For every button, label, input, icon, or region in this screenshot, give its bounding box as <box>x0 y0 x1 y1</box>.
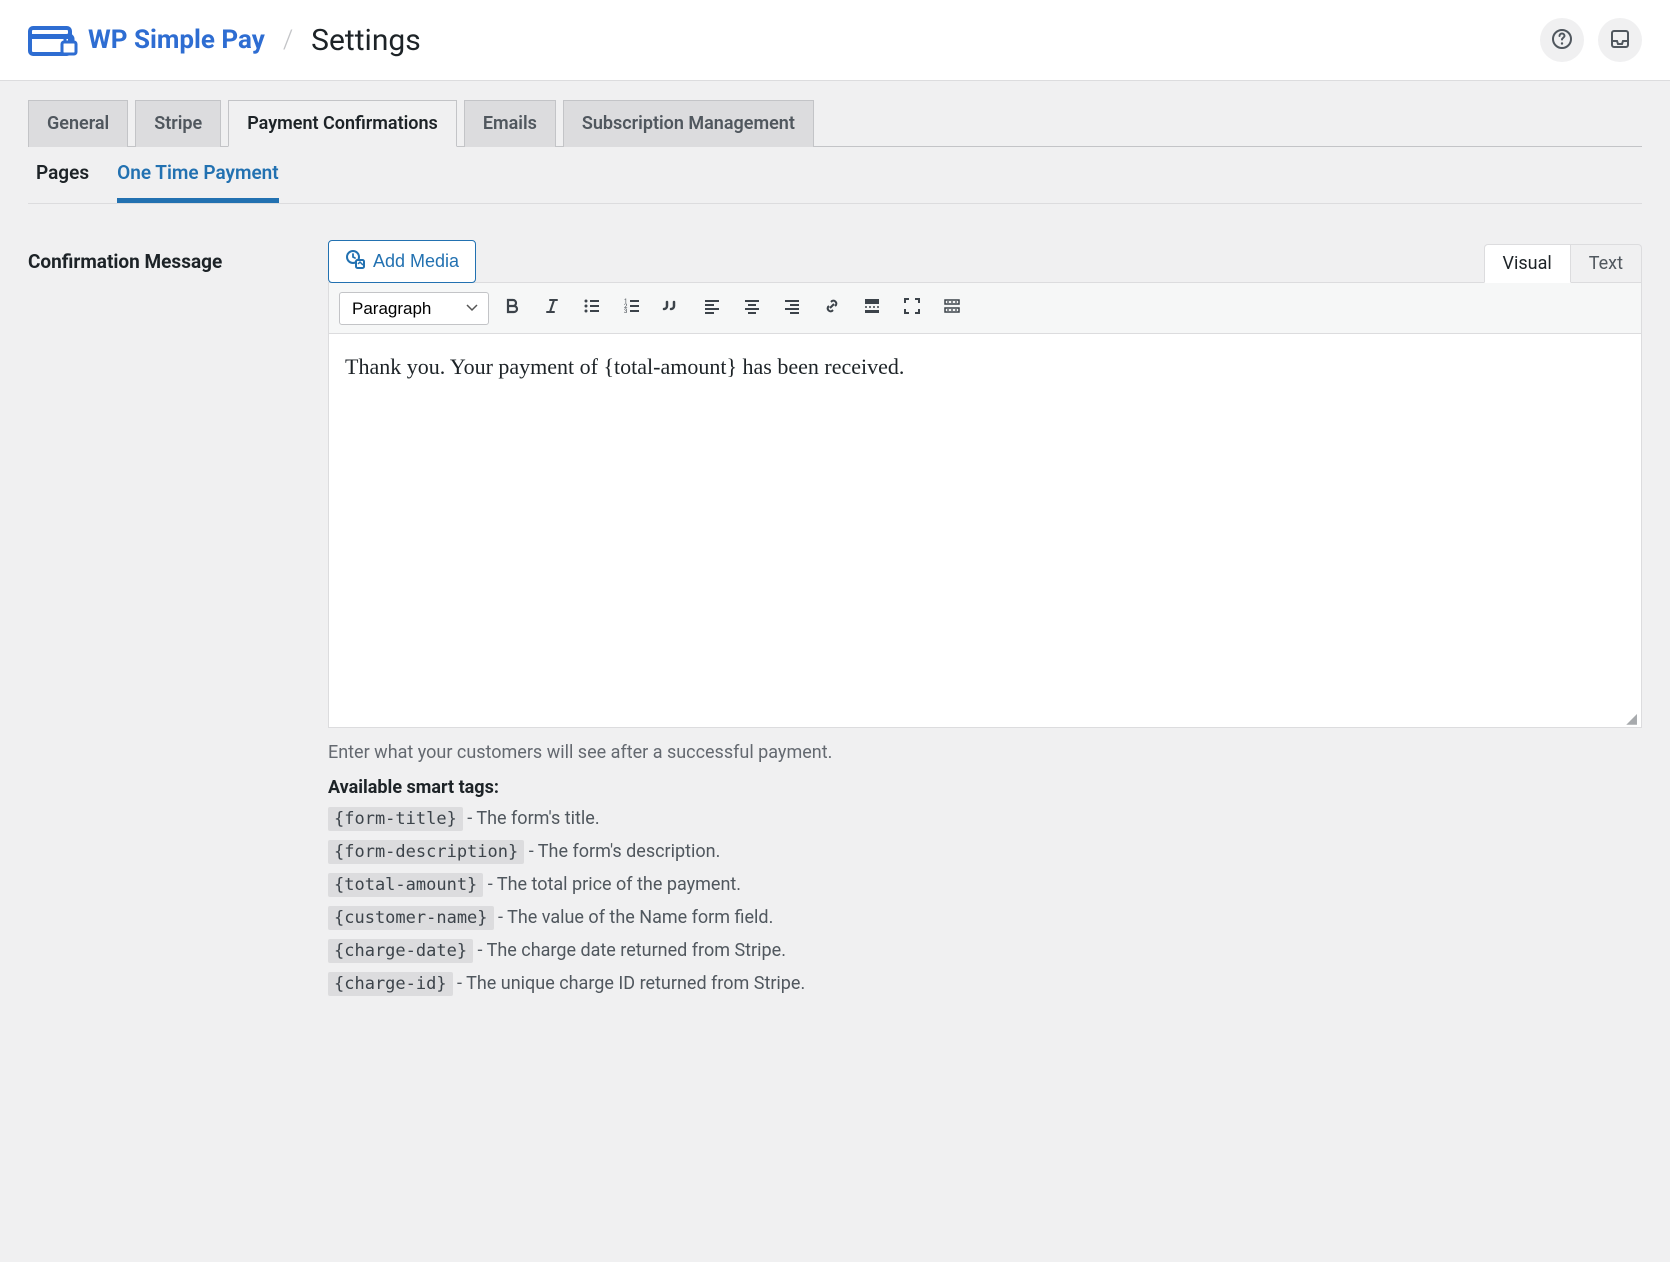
brand-logo[interactable]: WP Simple Pay <box>28 22 265 58</box>
tab-subscription-management[interactable]: Subscription Management <box>563 100 814 147</box>
tag-desc: - The form's description. <box>524 841 720 862</box>
bold-button[interactable] <box>495 291 529 325</box>
tag-code: {form-title} <box>328 807 463 831</box>
read-more-icon <box>862 296 882 321</box>
fullscreen-button[interactable] <box>895 291 929 325</box>
tab-general[interactable]: General <box>28 100 128 147</box>
add-media-button[interactable]: Add Media <box>328 240 476 283</box>
svg-text:3: 3 <box>624 308 627 315</box>
subtab-pages[interactable]: Pages <box>36 161 89 203</box>
align-right-button[interactable] <box>775 291 809 325</box>
brand-name: WP Simple Pay <box>88 25 265 55</box>
smart-tag-customer-name: {customer-name} - The value of the Name … <box>328 907 1642 928</box>
link-icon <box>822 296 842 321</box>
tag-desc: - The form's title. <box>463 808 600 829</box>
subtab-one-time-payment[interactable]: One Time Payment <box>117 161 279 203</box>
smart-tag-total-amount: {total-amount} - The total price of the … <box>328 874 1642 895</box>
kitchen-sink-icon <box>942 296 962 321</box>
fullscreen-icon <box>902 296 922 321</box>
header-actions <box>1540 18 1642 62</box>
align-center-icon <box>742 296 762 321</box>
confirmation-message-label: Confirmation Message <box>28 240 288 273</box>
italic-button[interactable] <box>535 291 569 325</box>
align-right-icon <box>782 296 802 321</box>
help-button[interactable] <box>1540 18 1584 62</box>
tag-code: {form-description} <box>328 840 524 864</box>
smart-tag-charge-id: {charge-id} - The unique charge ID retur… <box>328 973 1642 994</box>
align-left-button[interactable] <box>695 291 729 325</box>
numbered-list-icon: 123 <box>622 296 642 321</box>
tab-payment-confirmations[interactable]: Payment Confirmations <box>228 100 457 147</box>
smart-tags-heading: Available smart tags: <box>328 777 1642 798</box>
numbered-list-button[interactable]: 123 <box>615 291 649 325</box>
page-header: WP Simple Pay / Settings <box>0 0 1670 81</box>
content-area: General Stripe Payment Confirmations Ema… <box>0 81 1670 1046</box>
tag-desc: - The unique charge ID returned from Str… <box>453 973 806 994</box>
align-left-icon <box>702 296 722 321</box>
page-title: Settings <box>311 23 421 58</box>
tab-stripe[interactable]: Stripe <box>135 100 221 147</box>
breadcrumb-separator: / <box>283 25 293 55</box>
align-center-button[interactable] <box>735 291 769 325</box>
confirmation-message-row: Confirmation Message Add Media Visual Te… <box>28 240 1642 1006</box>
format-select[interactable]: Paragraph <box>339 292 489 325</box>
tab-emails[interactable]: Emails <box>464 100 556 147</box>
smart-tag-form-title: {form-title} - The form's title. <box>328 808 1642 829</box>
editor-tab-visual[interactable]: Visual <box>1484 244 1571 283</box>
main-tabs: General Stripe Payment Confirmations Ema… <box>28 99 1642 147</box>
toolbar-toggle-button[interactable] <box>935 291 969 325</box>
bold-icon <box>502 296 522 321</box>
smart-tag-form-description: {form-description} - The form's descript… <box>328 841 1642 862</box>
tag-code: {charge-date} <box>328 939 473 963</box>
inbox-button[interactable] <box>1598 18 1642 62</box>
quote-icon <box>662 296 682 321</box>
tag-code: {customer-name} <box>328 906 494 930</box>
editor-mode-tabs: Visual Text <box>1484 244 1642 283</box>
add-media-label: Add Media <box>373 251 459 272</box>
tag-code: {charge-id} <box>328 972 453 996</box>
tag-desc: - The charge date returned from Stripe. <box>473 940 786 961</box>
editor-content[interactable]: Thank you. Your payment of {total-amount… <box>329 334 1641 714</box>
italic-icon <box>542 296 562 321</box>
resize-handle[interactable]: ◢ <box>329 714 1641 727</box>
editor-tab-text[interactable]: Text <box>1571 244 1642 283</box>
bullet-list-icon <box>582 296 602 321</box>
link-button[interactable] <box>815 291 849 325</box>
card-lock-icon <box>28 22 78 58</box>
help-icon <box>1550 27 1574 54</box>
confirmation-message-content: Add Media Visual Text Paragraph 123 <box>328 240 1642 1006</box>
tag-desc: - The total price of the payment. <box>483 874 741 895</box>
editor-toolbar: Paragraph 123 <box>329 283 1641 334</box>
blockquote-button[interactable] <box>655 291 689 325</box>
insert-read-more-button[interactable] <box>855 291 889 325</box>
smart-tags-list: {form-title} - The form's title. {form-d… <box>328 808 1642 994</box>
sub-tabs: Pages One Time Payment <box>28 147 1642 204</box>
header-left: WP Simple Pay / Settings <box>28 22 421 58</box>
help-text: Enter what your customers will see after… <box>328 742 1642 763</box>
rich-text-editor: Paragraph 123 Thank you. Your payment of <box>328 282 1642 728</box>
media-icon <box>345 249 365 274</box>
smart-tag-charge-date: {charge-date} - The charge date returned… <box>328 940 1642 961</box>
tag-desc: - The value of the Name form field. <box>494 907 774 928</box>
bullet-list-button[interactable] <box>575 291 609 325</box>
inbox-icon <box>1609 28 1631 53</box>
tag-code: {total-amount} <box>328 873 483 897</box>
